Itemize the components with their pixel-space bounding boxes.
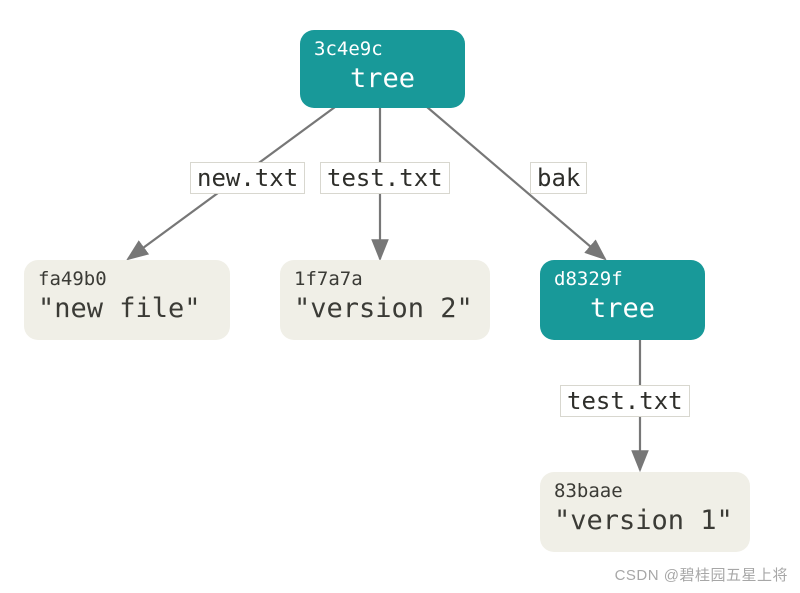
node-hash: fa49b0: [38, 266, 216, 291]
edge-label-testtxt-2: test.txt: [560, 385, 690, 417]
node-hash: d8329f: [554, 266, 691, 291]
node-hash: 1f7a7a: [294, 266, 476, 291]
node-blob-newfile: fa49b0 "new file": [24, 260, 230, 340]
node-label: "version 1": [554, 503, 736, 538]
node-blob-version2: 1f7a7a "version 2": [280, 260, 490, 340]
edge-label-bak: bak: [530, 162, 587, 194]
node-label: "new file": [38, 291, 216, 326]
node-subtree: d8329f tree: [540, 260, 705, 340]
watermark-text: CSDN @碧桂园五星上将: [615, 564, 788, 585]
node-hash: 83baae: [554, 478, 736, 503]
node-label: tree: [314, 61, 451, 96]
node-root-tree: 3c4e9c tree: [300, 30, 465, 108]
node-label: "version 2": [294, 291, 476, 326]
node-blob-version1: 83baae "version 1": [540, 472, 750, 552]
edge-label-testtxt-1: test.txt: [320, 162, 450, 194]
node-hash: 3c4e9c: [314, 36, 451, 61]
edge-label-newtxt: new.txt: [190, 162, 305, 194]
node-label: tree: [554, 291, 691, 326]
